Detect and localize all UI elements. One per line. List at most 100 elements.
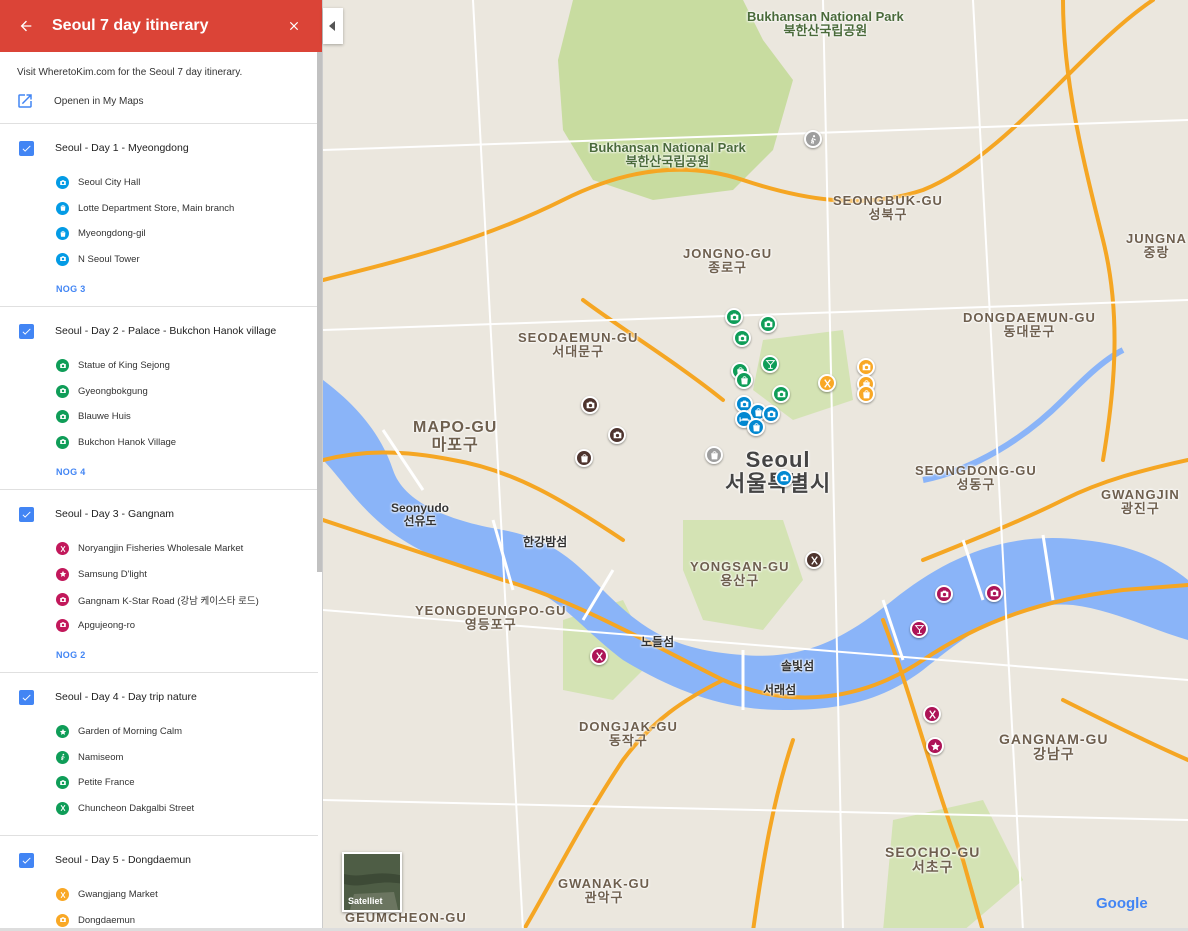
map-marker[interactable] (747, 418, 765, 436)
layer-checkbox[interactable] (19, 689, 34, 705)
satellite-toggle[interactable]: Satelliet (342, 852, 402, 912)
map-marker[interactable] (857, 358, 875, 376)
map-marker[interactable] (590, 647, 608, 665)
list-item[interactable]: Namiseom (56, 745, 318, 771)
map-marker[interactable] (608, 426, 626, 444)
map-label-jongno: JONGNO-GU 종로구 (683, 246, 773, 276)
map-marker[interactable] (818, 374, 836, 392)
map-marker[interactable] (935, 585, 953, 603)
map-marker[interactable] (923, 705, 941, 723)
list-item[interactable]: Myeongdong-gil (56, 221, 318, 247)
show-more-link[interactable]: NOG 4 (0, 455, 318, 489)
map-marker[interactable] (575, 449, 593, 467)
camera-icon (940, 590, 948, 597)
list-item[interactable]: Gangnam K-Star Road (강남 케이스타 로드) (56, 587, 318, 613)
list-item[interactable]: Petite France (56, 770, 318, 796)
layer-checkbox[interactable] (19, 852, 34, 868)
layer-header: Seoul - Day 3 - Gangnam (0, 490, 318, 536)
checkmark-icon (22, 328, 31, 335)
close-icon (289, 21, 299, 31)
map-label-dongjak: DONGJAK-GU 동작구 (579, 719, 678, 749)
sidebar-content[interactable]: Visit WheretoKim.com for the Seoul 7 day… (0, 52, 318, 931)
layer-title[interactable]: Seoul - Day 4 - Day trip nature (55, 691, 197, 703)
map-label-seongdong: SEONGDONG-GU 성동구 (915, 463, 1037, 493)
map-marker[interactable] (762, 405, 780, 423)
place-pin (56, 913, 69, 927)
sidebar-scrollbar[interactable] (317, 52, 322, 572)
camera-icon (59, 439, 66, 445)
shopping-bag-icon (580, 453, 588, 462)
layer-day-4: Seoul - Day 4 - Day trip nature Garden of… (0, 673, 318, 836)
place-label: Statue of King Sejong (78, 360, 170, 372)
map-marker[interactable] (926, 737, 944, 755)
camera-icon (990, 589, 998, 596)
list-item[interactable]: Garden of Morning Calm (56, 719, 318, 745)
google-logo: Google (1096, 895, 1148, 912)
shopping-bag-icon (752, 422, 760, 431)
map-marker[interactable] (775, 469, 793, 487)
map-marker[interactable] (759, 315, 777, 333)
place-label: Dongdaemun (78, 914, 136, 926)
map-label-gangnam: GANGNAM-GU 강남구 (999, 731, 1109, 763)
map-label-seoraeseom: 서래섬 (763, 683, 797, 697)
place-label: Samsung D'light (78, 568, 147, 580)
layer-checkbox[interactable] (19, 140, 34, 156)
place-pin (56, 359, 69, 373)
layer-title[interactable]: Seoul - Day 2 - Palace - Bukchon Hanok v… (55, 325, 276, 337)
map-canvas[interactable]: Bukhansan National Park 북한산국립공원 Bukhansan… (323, 0, 1188, 931)
layer-checkbox[interactable] (19, 323, 34, 339)
shopping-bag-icon (710, 450, 718, 459)
layer-items: Gwangjang Market Dongdaemun (0, 882, 318, 931)
layer-title[interactable]: Seoul - Day 5 - Dongdaemun (55, 854, 191, 866)
list-item[interactable]: Statue of King Sejong (56, 353, 318, 379)
map-marker[interactable] (805, 551, 823, 569)
open-in-my-maps-label: Openen in My Maps (54, 95, 144, 107)
list-item[interactable]: Seoul City Hall (56, 170, 318, 196)
map-marker[interactable] (761, 355, 779, 373)
layer-title[interactable]: Seoul - Day 1 - Myeongdong (55, 142, 189, 154)
list-item[interactable]: Gwangjang Market (56, 882, 318, 908)
camera-icon (586, 401, 594, 408)
layer-title[interactable]: Seoul - Day 3 - Gangnam (55, 508, 174, 520)
star-icon (59, 728, 66, 735)
list-item[interactable]: N Seoul Tower (56, 247, 318, 273)
show-more-link[interactable]: NOG 3 (0, 272, 318, 306)
back-button[interactable] (0, 0, 52, 52)
google-logo-text: Google (1096, 895, 1148, 912)
map-marker[interactable] (705, 446, 723, 464)
list-item[interactable]: Gyeongbokgung (56, 379, 318, 405)
place-label: Namiseom (78, 751, 124, 763)
map-marker[interactable] (910, 620, 928, 638)
restaurant-icon (823, 378, 831, 388)
list-item[interactable]: Blauwe Huis (56, 404, 318, 430)
close-button[interactable] (266, 0, 322, 52)
list-item[interactable]: Noryangjin Fisheries Wholesale Market (56, 536, 318, 562)
place-label: N Seoul Tower (78, 253, 140, 265)
layer-header: Seoul - Day 5 - Dongdaemun (0, 836, 318, 882)
place-pin (56, 384, 69, 398)
shopping-bag-icon (740, 375, 748, 384)
map-label-seonyudo: Seonyudo 선유도 (391, 501, 450, 529)
map-marker[interactable] (581, 396, 599, 414)
map-marker[interactable] (733, 329, 751, 347)
place-label: Noryangjin Fisheries Wholesale Market (78, 543, 244, 555)
list-item[interactable]: Samsung D'light (56, 562, 318, 588)
camera-icon (862, 363, 870, 370)
place-label: Garden of Morning Calm (78, 726, 183, 738)
map-marker[interactable] (735, 371, 753, 389)
map-marker[interactable] (804, 130, 822, 148)
list-item[interactable]: Chuncheon Dakgalbi Street (56, 796, 318, 822)
open-in-my-maps-link[interactable]: Openen in My Maps (17, 92, 301, 110)
map-marker[interactable] (725, 308, 743, 326)
collapse-sidebar-button[interactable] (323, 8, 343, 44)
list-item[interactable]: Apgujeong-ro (56, 613, 318, 639)
map-marker[interactable] (985, 584, 1003, 602)
map-marker[interactable] (772, 385, 790, 403)
list-item[interactable]: Bukchon Hanok Village (56, 430, 318, 456)
cocktail-icon (914, 624, 924, 634)
list-item[interactable]: Lotte Department Store, Main branch (56, 196, 318, 222)
map-marker[interactable] (857, 385, 875, 403)
layer-checkbox[interactable] (19, 506, 34, 522)
map-description: Visit WheretoKim.com for the Seoul 7 day… (17, 67, 243, 78)
show-more-link[interactable]: NOG 2 (0, 638, 318, 672)
